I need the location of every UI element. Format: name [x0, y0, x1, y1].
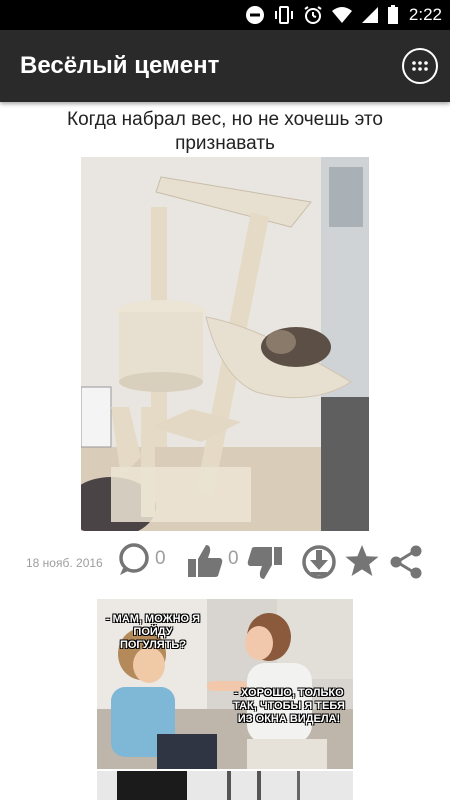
thumbs-down-icon — [247, 547, 282, 579]
download-button[interactable] — [301, 544, 337, 584]
thumbs-up-icon — [188, 545, 223, 577]
next-post-image[interactable] — [97, 771, 353, 800]
meme-text-bottom: - ХОРОШО, ТОЛЬКО ТАК, ЧТОБЫ Я ТЕБЯ ИЗ ОК… — [233, 687, 345, 725]
share-button[interactable] — [388, 544, 424, 584]
dnd-icon — [245, 5, 265, 25]
comment-icon — [119, 543, 149, 575]
meme-image[interactable]: - МАМ, МОЖНО Я ПОЙДУ ПОГУЛЯТЬ? - ХОРОШО,… — [97, 599, 353, 769]
app-bar: Весёлый цемент — [0, 30, 450, 102]
like-button[interactable] — [186, 542, 224, 584]
post-date: 18 нояб. 2016 — [26, 556, 103, 570]
post-actions: 18 нояб. 2016 0 0 — [0, 540, 450, 584]
share-icon — [390, 545, 422, 579]
clock-text: 2:22 — [408, 5, 442, 24]
app-title: Весёлый цемент — [20, 52, 220, 79]
like-count: 0 — [228, 548, 239, 569]
alarm-icon — [303, 5, 323, 25]
post-caption: Когда набрал вес, но не хочешь это призн… — [67, 109, 383, 154]
dislike-button[interactable] — [246, 544, 284, 586]
wifi-icon — [331, 6, 353, 24]
status-bar: 2:22 — [0, 0, 450, 30]
vibrate-icon — [273, 5, 295, 25]
star-icon — [345, 545, 379, 576]
signal-icon — [361, 6, 379, 24]
download-icon — [302, 545, 336, 579]
post-image[interactable] — [81, 157, 369, 531]
grid-menu-icon — [412, 61, 428, 71]
next-post-photo — [97, 771, 353, 800]
comment-button[interactable] — [116, 542, 152, 582]
cat-tree-photo — [81, 157, 369, 531]
comment-count: 0 — [155, 548, 166, 569]
meme-text-top: - МАМ, МОЖНО Я ПОЙДУ ПОГУЛЯТЬ? — [105, 613, 201, 651]
battery-icon — [387, 5, 399, 25]
favorite-button[interactable] — [344, 543, 380, 583]
grid-menu-button[interactable] — [402, 48, 438, 84]
